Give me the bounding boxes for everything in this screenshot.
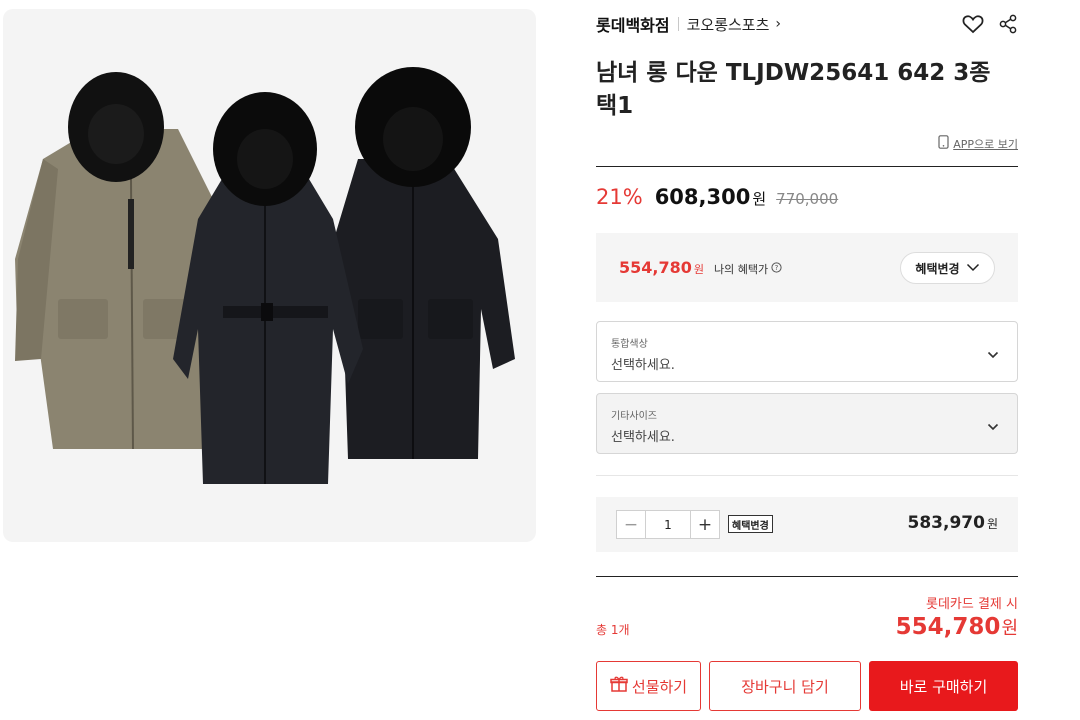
brand-divider [677, 17, 679, 31]
total-price-value: 554,780 [895, 614, 1001, 640]
quantity-benefit-change-button[interactable]: 혜택변경 [728, 515, 773, 533]
original-price: 770,000 [776, 190, 839, 208]
divider [596, 576, 1018, 577]
mobile-icon [938, 135, 949, 152]
quantity-panel: − 1 + 혜택변경 583,970 원 [596, 497, 1018, 552]
quantity-stepper: − 1 + [616, 510, 720, 539]
quantity-value[interactable]: 1 [646, 511, 690, 538]
size-select[interactable]: 기타사이즈 선택하세요. [596, 393, 1018, 454]
chevron-right-icon[interactable]: › [775, 16, 781, 32]
currency-unit: 원 [986, 517, 998, 531]
card-payment-note: 롯데카드 결제 시 [926, 597, 1018, 612]
benefit-label-text: 나의 혜택가 [714, 263, 769, 276]
gift-icon [610, 675, 628, 697]
select-label: 통합색상 [611, 339, 648, 350]
app-view-label: APP으로 보기 [953, 137, 1018, 151]
divider [596, 475, 1018, 476]
add-to-cart-button[interactable]: 장바구니 담기 [709, 661, 861, 711]
heart-icon[interactable] [962, 14, 984, 34]
brand-row: 롯데백화점 코오롱스포츠 › [596, 11, 1018, 37]
chevron-down-icon [987, 416, 999, 435]
color-select[interactable]: 통합색상 선택하세요. [596, 321, 1018, 382]
line-price-value: 583,970 [907, 513, 985, 533]
benefit-price-value: 554,780 [619, 258, 692, 277]
decrease-button[interactable]: − [617, 511, 646, 538]
black-parka-middle [173, 92, 363, 484]
black-parka-right [328, 67, 515, 459]
discount-rate: 21% [596, 185, 643, 209]
total-count: 총 1개 [596, 623, 630, 637]
chevron-down-icon [987, 344, 999, 363]
select-value: 선택하세요. [611, 430, 675, 445]
increase-button[interactable]: + [690, 511, 719, 538]
benefit-label: 나의 혜택가 ? [714, 261, 782, 277]
product-info-panel: 롯데백화점 코오롱스포츠 › 남녀 롱 다운 TLJDW25641 642 3종… [596, 0, 1018, 720]
currency-unit: 원 [1001, 618, 1018, 639]
parka-illustration [15, 67, 515, 484]
store-name[interactable]: 롯데백화점 [596, 12, 670, 36]
benefit-change-button[interactable]: 혜택변경 [900, 252, 995, 284]
brand-link[interactable]: 코오롱스포츠 [687, 14, 770, 35]
currency-unit: 원 [752, 190, 767, 208]
currency-unit: 원 [693, 263, 704, 276]
select-value: 선택하세요. [611, 358, 675, 373]
divider [596, 166, 1018, 167]
total-price: 554,780원 [896, 614, 1018, 640]
price-row: 21% 608,300 원 770,000 [596, 185, 838, 209]
product-title: 남녀 롱 다운 TLJDW25641 642 3종 택1 [596, 60, 991, 119]
sale-price: 608,300 [654, 185, 751, 209]
info-icon[interactable]: ? [771, 262, 782, 276]
benefit-price: 554,780 원 [619, 258, 704, 277]
app-view-link[interactable]: APP으로 보기 [938, 135, 1018, 152]
benefit-panel: 554,780 원 나의 혜택가 ? 혜택변경 [596, 233, 1018, 302]
share-icon[interactable] [998, 14, 1018, 34]
buy-now-button[interactable]: 바로 구매하기 [869, 661, 1018, 711]
gift-button-label: 선물하기 [631, 677, 688, 696]
chevron-down-icon [966, 261, 980, 275]
select-label: 기타사이즈 [611, 411, 657, 422]
benefit-change-label: 혜택변경 [915, 261, 960, 276]
product-image[interactable] [3, 9, 536, 542]
line-price: 583,970 원 [908, 513, 998, 533]
svg-text:?: ? [775, 264, 779, 272]
top-actions [962, 11, 1018, 37]
gift-button[interactable]: 선물하기 [596, 661, 701, 711]
